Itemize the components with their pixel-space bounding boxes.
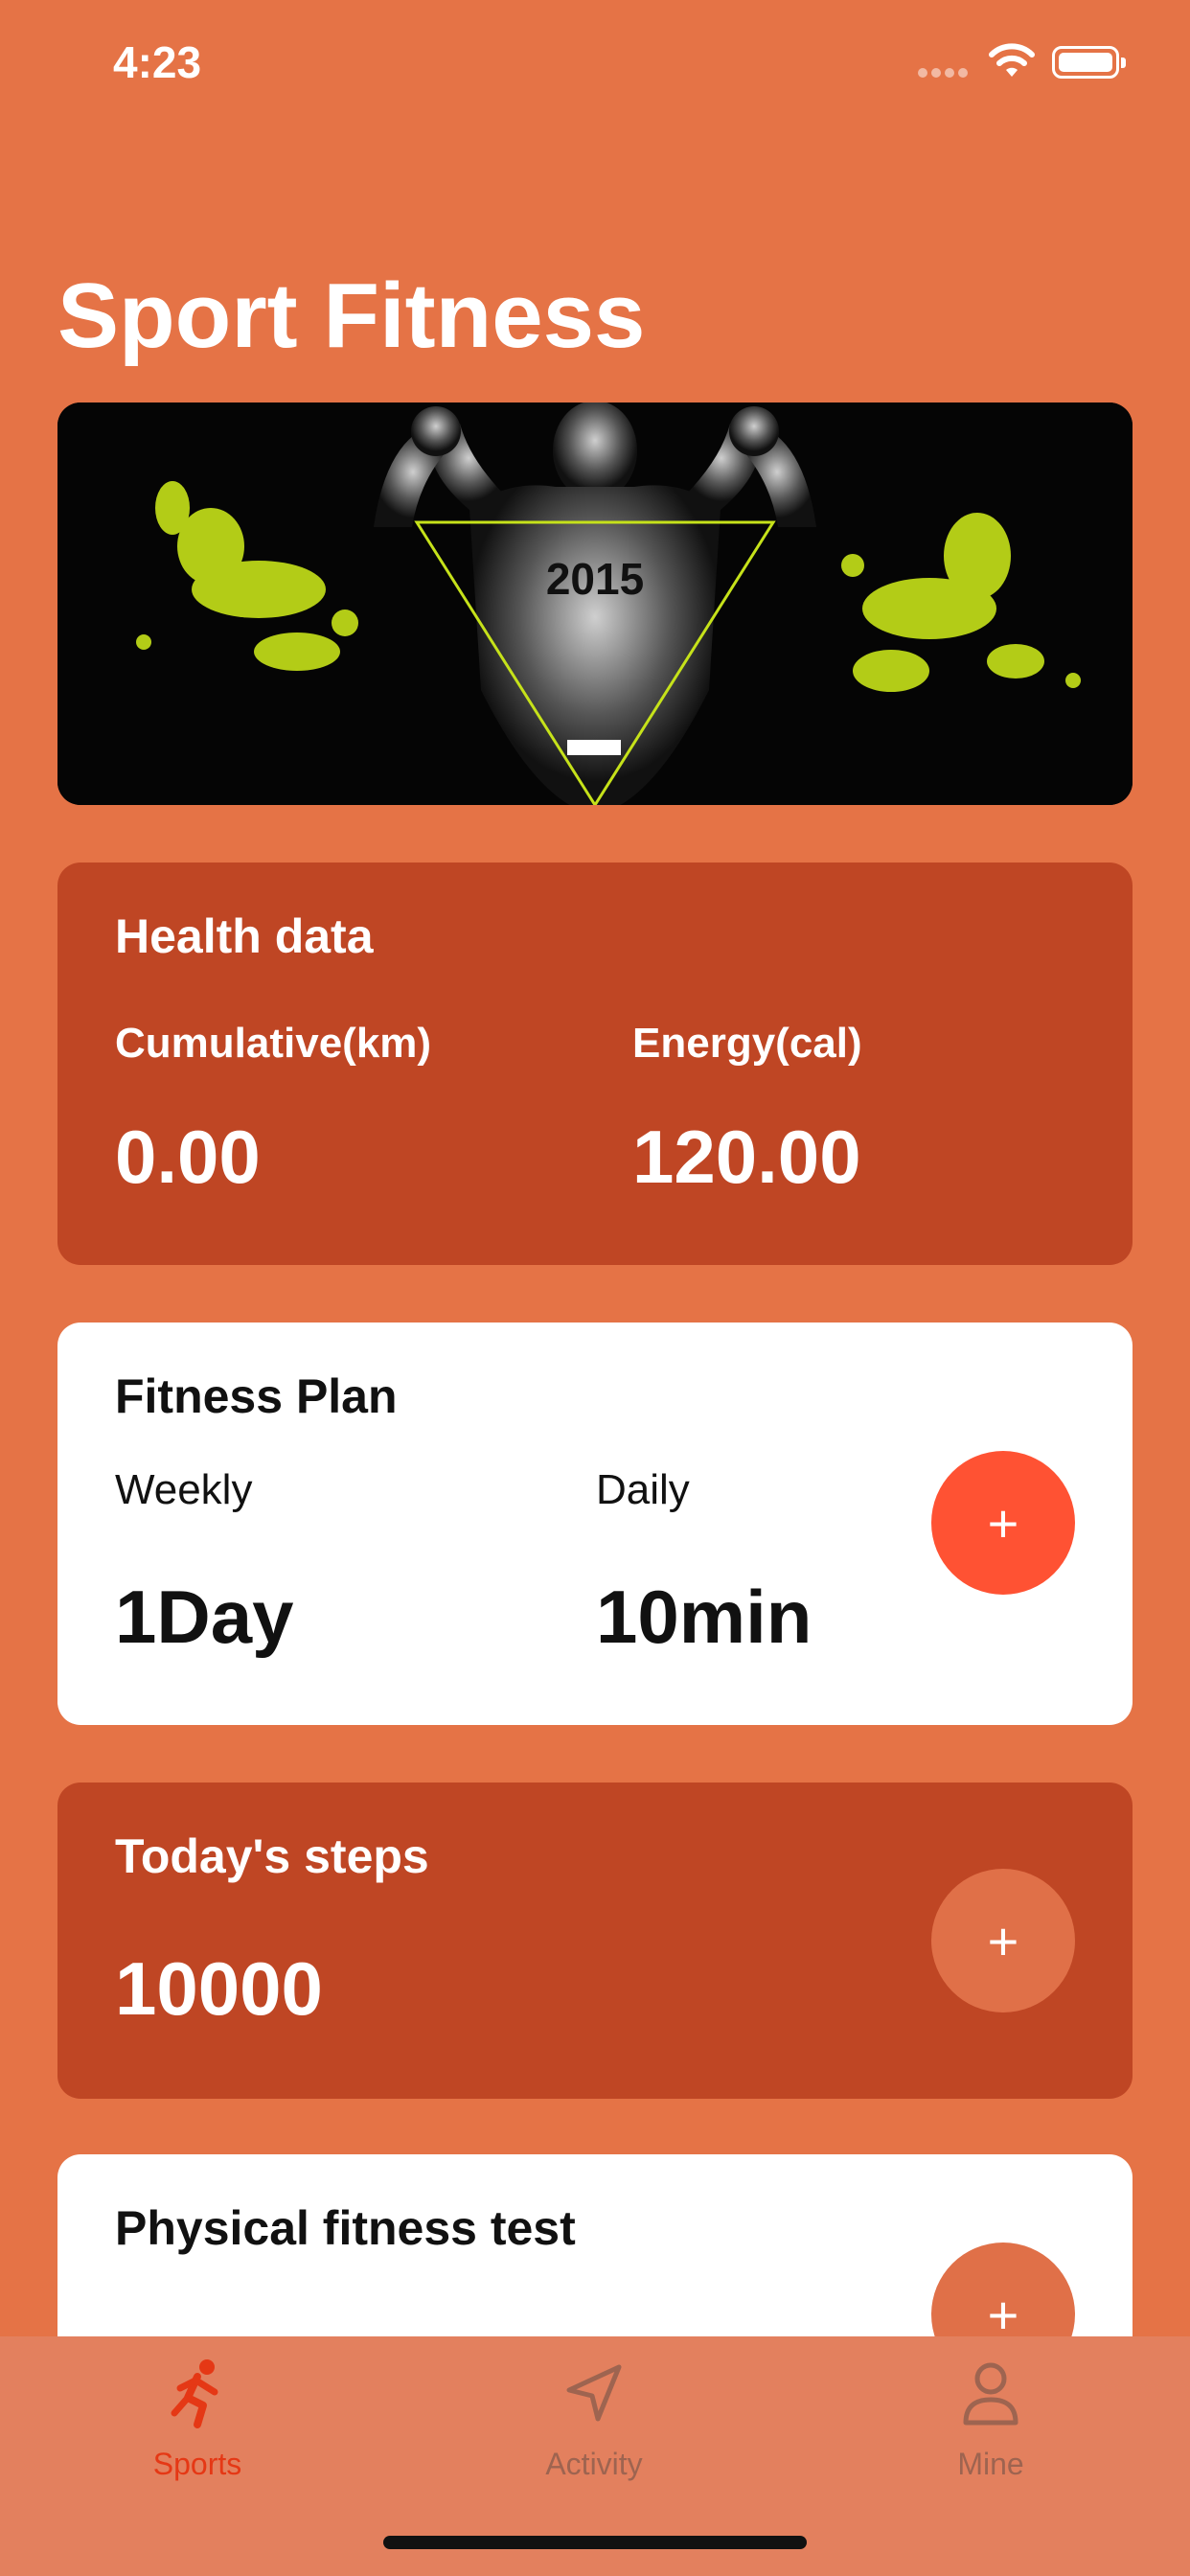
cumulative-value: 0.00: [115, 1115, 261, 1199]
health-data-card: Health data Cumulative(km) 0.00 Energy(c…: [57, 862, 1133, 1265]
tab-mine[interactable]: Mine: [895, 2356, 1087, 2482]
status-time: 4:23: [113, 37, 202, 87]
status-bar: 4:23: [0, 0, 1190, 134]
cellular-signal-icon: [918, 65, 972, 78]
weekly-value: 1Day: [115, 1575, 294, 1659]
add-fitness-plan-button[interactable]: +: [931, 1451, 1075, 1595]
banner-year-text: 2015: [546, 554, 644, 604]
cumulative-label: Cumulative(km): [115, 1020, 432, 1067]
weekly-label: Weekly: [115, 1466, 253, 1513]
page-title: Sport Fitness: [57, 264, 646, 367]
daily-label: Daily: [596, 1466, 690, 1513]
battery-icon: [1052, 46, 1126, 79]
wifi-icon: [989, 43, 1035, 77]
tab-activity[interactable]: Activity: [498, 2356, 690, 2482]
tab-activity-label: Activity: [545, 2447, 643, 2481]
add-steps-button[interactable]: +: [931, 1869, 1075, 2012]
physical-fitness-test-title: Physical fitness test: [115, 2201, 576, 2255]
banner-image[interactable]: 2015: [57, 402, 1133, 805]
energy-value: 120.00: [632, 1115, 861, 1199]
navigation-arrow-icon: [566, 2364, 622, 2422]
todays-steps-card: Today's steps 10000 +: [57, 1782, 1133, 2099]
tab-sports[interactable]: Sports: [102, 2356, 293, 2482]
tab-mine-label: Mine: [957, 2447, 1024, 2481]
running-person-icon: [171, 2359, 218, 2428]
person-icon: [963, 2362, 1018, 2426]
energy-label: Energy(cal): [632, 1020, 862, 1067]
fitness-plan-card: Fitness Plan Weekly 1Day Daily 10min +: [57, 1322, 1133, 1725]
fitness-plan-title: Fitness Plan: [115, 1369, 398, 1423]
todays-steps-title: Today's steps: [115, 1829, 429, 1883]
tab-sports-label: Sports: [152, 2447, 242, 2481]
health-data-title: Health data: [115, 909, 374, 963]
todays-steps-value: 10000: [115, 1946, 323, 2031]
daily-value: 10min: [596, 1575, 812, 1659]
bodybuilder-banner-graphic: 2015: [57, 402, 1133, 805]
home-indicator[interactable]: [383, 2536, 807, 2549]
